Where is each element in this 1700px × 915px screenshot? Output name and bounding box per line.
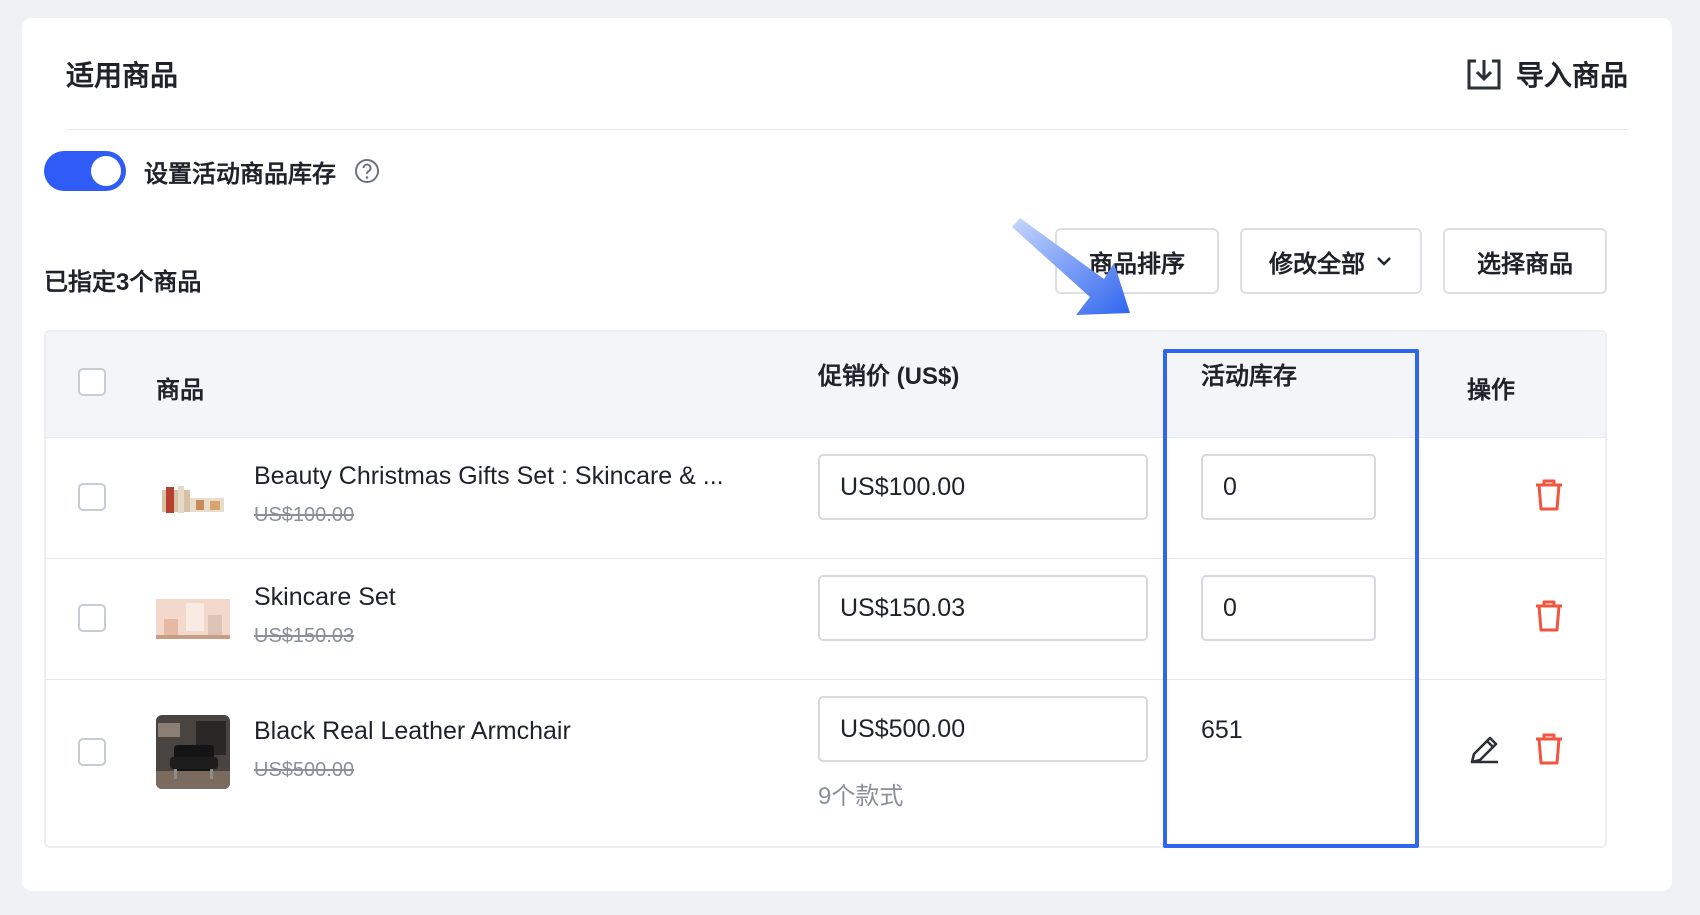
product-thumbnail [156,460,230,534]
select-all-checkbox[interactable] [78,368,106,396]
edit-pencil-icon[interactable] [1468,732,1502,766]
activity-stock-input[interactable]: 0 [1201,454,1376,520]
column-header-actions: 操作 [1467,377,1515,404]
import-products-label: 导入商品 [1515,59,1628,91]
activity-stock-input[interactable]: 0 [1201,575,1376,641]
select-products-label: 选择商品 [1477,250,1573,278]
row-checkbox[interactable] [78,483,106,511]
original-price: US$100.00 [254,504,355,526]
column-header-stock: 活动库存 [1201,363,1297,390]
original-price: US$500.00 [254,759,355,781]
promo-price-input[interactable]: US$500.00 [818,696,1148,762]
trash-icon[interactable] [1534,478,1564,512]
help-icon[interactable] [354,158,380,184]
column-header-product: 商品 [156,377,204,404]
products-table: 商品 促销价 (US$) 活动库存 操作 Beauty Christmas Gi… [44,330,1607,848]
product-name: Beauty Christmas Gifts Set : Skincare & … [254,462,724,490]
stock-toggle-row: 设置活动商品库存 [44,150,380,192]
column-header-price: 促销价 (US$) [818,363,960,390]
import-products-button[interactable]: 导入商品 [1466,54,1628,94]
original-price: US$150.03 [254,625,355,647]
row-checkbox[interactable] [78,604,106,632]
chevron-down-icon [1377,257,1391,266]
product-thumbnail [156,715,230,789]
card-title: 适用商品 [66,59,179,91]
edit-all-dropdown[interactable]: 修改全部 [1240,228,1422,294]
table-row: Beauty Christmas Gifts Set : Skincare & … [46,438,1605,559]
edit-all-label: 修改全部 [1269,250,1365,278]
promo-price-input[interactable]: US$100.00 [818,454,1148,520]
trash-icon[interactable] [1534,732,1564,766]
row-checkbox[interactable] [78,738,106,766]
product-name: Black Real Leather Armchair [254,717,571,745]
stock-toggle-switch[interactable] [44,151,126,191]
annotation-arrow-icon [1012,218,1130,315]
variant-count: 9个款式 [818,783,904,810]
trash-icon[interactable] [1534,599,1564,633]
promo-price-input[interactable]: US$150.03 [818,575,1148,641]
import-icon [1467,59,1501,89]
product-name: Skincare Set [254,583,396,611]
table-header: 商品 促销价 (US$) 活动库存 操作 [46,332,1605,438]
select-products-button[interactable]: 选择商品 [1443,228,1607,294]
product-thumbnail [156,581,230,655]
card-header: 适用商品 导入商品 [66,18,1628,130]
selected-count-text: 已指定3个商品 [44,269,202,296]
table-row: Skincare Set US$150.03 US$150.03 0 [46,559,1605,680]
table-row: Black Real Leather Armchair US$500.00 US… [46,680,1605,846]
activity-stock-value: 651 [1201,716,1243,744]
stock-toggle-label: 设置活动商品库存 [144,160,336,188]
